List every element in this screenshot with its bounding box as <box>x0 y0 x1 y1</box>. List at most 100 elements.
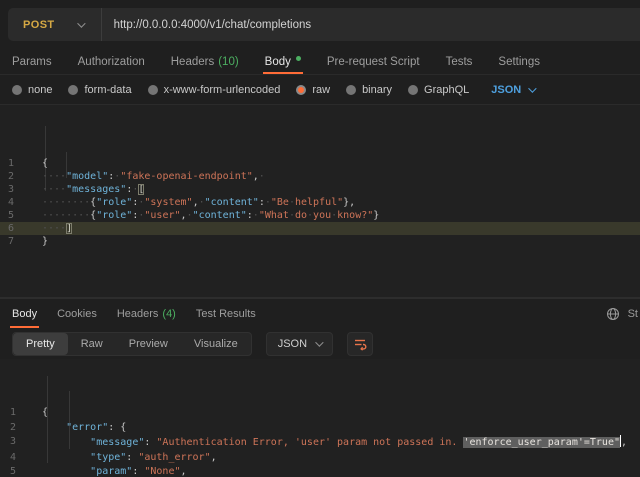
method-select[interactable]: POST <box>8 19 101 31</box>
line-number: 3 <box>0 183 14 196</box>
line-content: ····"model":·"fake-openai-endpoint",· <box>42 170 640 183</box>
view-pretty-button[interactable]: Pretty <box>13 333 68 355</box>
json-key: "type" <box>90 452 126 463</box>
tab-label: Tests <box>446 56 473 68</box>
response-code-line[interactable]: 4 "type": "auth_error", <box>0 451 640 466</box>
radio-form-data-icon <box>68 85 78 95</box>
body-mode-x-www-form-urlencoded[interactable]: x-www-form-urlencoded <box>148 84 281 96</box>
language-label: JSON <box>491 84 521 96</box>
request-code-line[interactable]: 2 ····"model":·"fake-openai-endpoint",· <box>0 170 640 183</box>
request-tab-tests[interactable]: Tests <box>446 49 473 74</box>
body-mode-raw[interactable]: raw <box>296 84 330 96</box>
tab-label: Test Results <box>196 308 256 320</box>
mode-label: form-data <box>84 84 131 96</box>
line-content: ····] <box>42 222 640 235</box>
url-input[interactable]: http://0.0.0.0:4000/v1/chat/completions <box>102 19 640 31</box>
view-raw-button[interactable]: Raw <box>68 333 116 355</box>
response-toolbar: PrettyRawPreviewVisualize JSON <box>0 328 640 359</box>
body-mode-graphql[interactable]: GraphQL <box>408 84 469 96</box>
request-body-editor[interactable]: 1{2 ····"model":·"fake-openai-endpoint",·… <box>0 104 640 298</box>
request-tab-authorization[interactable]: Authorization <box>78 49 145 74</box>
json-key: "param" <box>90 466 132 477</box>
request-code-line[interactable]: 4········{"role":·"system",·"content":·"… <box>0 196 640 209</box>
request-code-line[interactable]: 7} <box>0 235 640 248</box>
line-number: 2 <box>0 170 14 183</box>
language-select[interactable]: JSON <box>491 84 534 96</box>
request-code-line[interactable]: 1{ <box>0 157 640 170</box>
method-label: POST <box>23 19 55 31</box>
line-content: { <box>42 406 640 421</box>
request-tab-pre-request-script[interactable]: Pre-request Script <box>327 49 420 74</box>
whitespace-dots: ···· <box>42 223 66 234</box>
response-code: 1{2 "error": {3 "message": "Authenticati… <box>0 406 640 477</box>
tab-label: Headers <box>171 56 214 68</box>
wrap-text-button[interactable] <box>347 332 373 356</box>
request-code: 1{2 ····"model":·"fake-openai-endpoint",·… <box>0 157 640 248</box>
body-mode-form-data[interactable]: form-data <box>68 84 131 96</box>
response-body-editor[interactable]: 1{2 "error": {3 "message": "Authenticati… <box>0 359 640 477</box>
mode-label: binary <box>362 84 392 96</box>
line-number: 5 <box>0 209 14 222</box>
request-code-line[interactable]: 6 ····] <box>0 222 640 235</box>
view-visualize-button[interactable]: Visualize <box>181 333 251 355</box>
line-content: "message": "Authentication Error, 'user'… <box>42 435 640 451</box>
chevron-down-icon <box>315 338 323 346</box>
code-token: } <box>42 236 48 247</box>
response-tab-cookies[interactable]: Cookies <box>57 299 97 328</box>
view-preview-button[interactable]: Preview <box>116 333 181 355</box>
response-code-line[interactable]: 1{ <box>0 406 640 421</box>
wrap-text-icon <box>353 337 367 351</box>
response-code-line[interactable]: 2 "error": { <box>0 421 640 436</box>
code-token: : <box>132 466 144 477</box>
tab-label: Cookies <box>57 308 97 320</box>
response-tab-body[interactable]: Body <box>12 299 37 328</box>
response-tab-headers[interactable]: Headers(4) <box>117 299 176 328</box>
indent-spaces <box>42 452 90 463</box>
code-token: }, <box>343 197 355 208</box>
response-language-select[interactable]: JSON <box>266 332 333 356</box>
request-tab-headers[interactable]: Headers (10) <box>171 49 239 74</box>
response-code-line[interactable]: 5 "param": "None", <box>0 465 640 477</box>
tab-label: Params <box>12 56 52 68</box>
json-key: "content" <box>193 210 247 221</box>
json-key: "error" <box>66 422 108 433</box>
json-string: "What <box>259 210 289 221</box>
unsaved-dot <box>296 56 301 61</box>
whitespace-dots: ········ <box>42 197 90 208</box>
request-tab-params[interactable]: Params <box>12 49 52 74</box>
response-code-line[interactable]: 3 "message": "Authentication Error, 'use… <box>0 435 640 451</box>
line-content: "param": "None", <box>42 465 640 477</box>
chevron-down-icon <box>528 84 536 92</box>
whitespace-dots: · <box>259 171 265 182</box>
json-string: "user" <box>144 210 180 221</box>
request-tab-body[interactable]: Body <box>265 49 301 74</box>
whitespace-dots: ········ <box>42 210 90 221</box>
tab-label: Body <box>12 308 37 320</box>
line-content: "type": "auth_error", <box>42 451 640 466</box>
line-number: 7 <box>0 235 14 248</box>
response-meta: St <box>606 299 640 328</box>
request-code-line[interactable]: 5········{"role":·"user",·"content":·"Wh… <box>0 209 640 222</box>
body-modes: none form-data x-www-form-urlencoded raw bin… <box>12 84 469 96</box>
line-number: 1 <box>0 406 16 421</box>
tab-label: Body <box>265 56 291 68</box>
body-mode-row: none form-data x-www-form-urlencoded raw bin… <box>0 75 640 104</box>
tab-label: Pre-request Script <box>327 56 420 68</box>
header-count-badge: (10) <box>218 56 238 68</box>
indent-spaces <box>42 437 90 448</box>
request-tab-settings[interactable]: Settings <box>498 49 540 74</box>
line-number: 6 <box>0 222 14 235</box>
indent-spaces <box>42 422 66 433</box>
body-mode-binary[interactable]: binary <box>346 84 392 96</box>
globe-icon[interactable] <box>606 307 620 321</box>
body-mode-none[interactable]: none <box>12 84 52 96</box>
request-code-line[interactable]: 3····"messages":·[ <box>0 183 640 196</box>
radio-x-www-form-urlencoded-icon <box>148 85 158 95</box>
json-string: "None" <box>144 466 180 477</box>
response-tabs: Body Cookies Headers(4) Test Results <box>12 299 256 328</box>
mode-label: GraphQL <box>424 84 469 96</box>
bracket-match: ] <box>66 223 72 234</box>
response-tab-test-results[interactable]: Test Results <box>196 299 256 328</box>
response-view-switcher: PrettyRawPreviewVisualize <box>12 332 252 356</box>
indent-spaces <box>42 466 90 477</box>
